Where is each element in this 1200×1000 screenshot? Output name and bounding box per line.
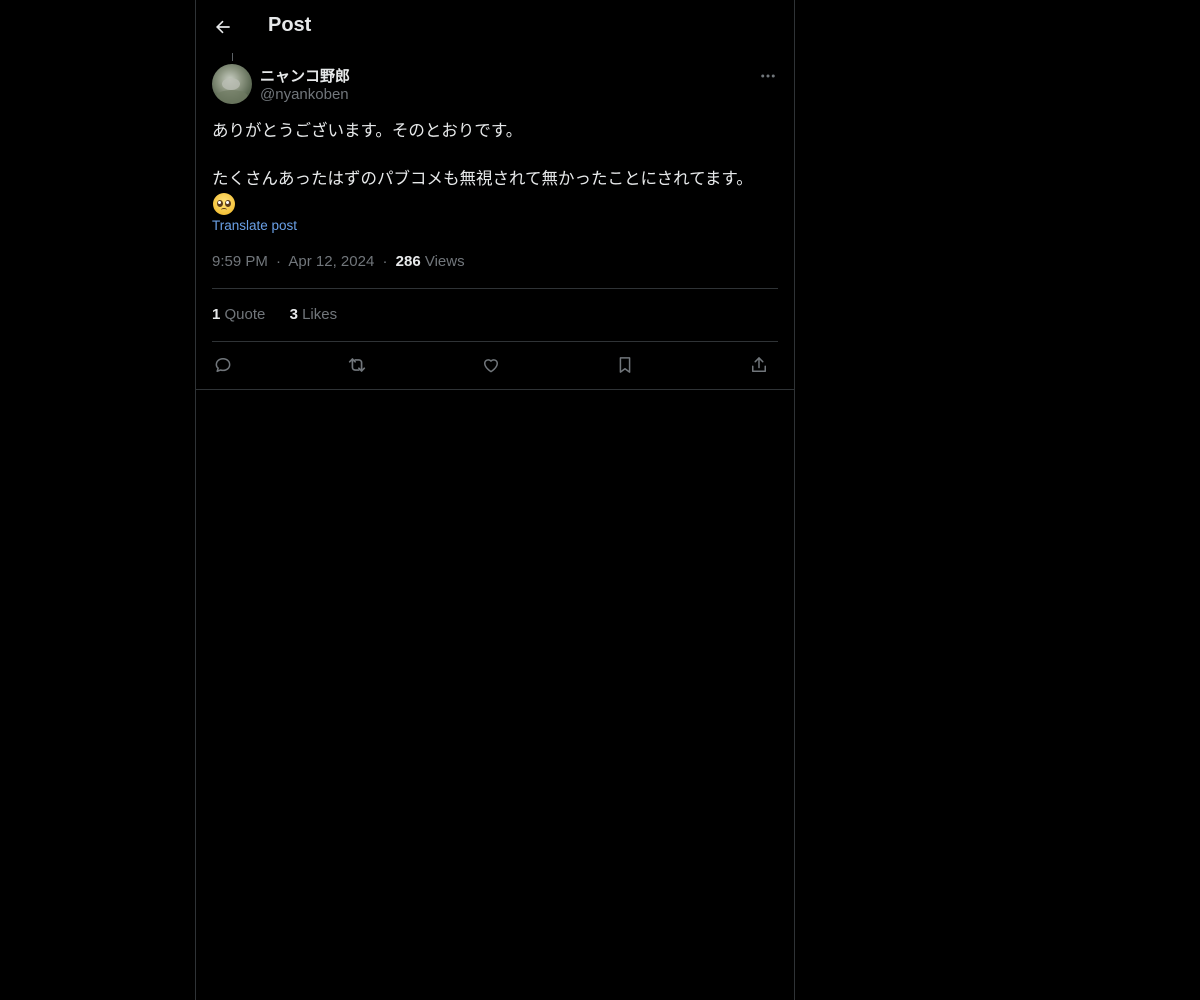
repost-button[interactable] [344,352,370,378]
post-time[interactable]: 9:59 PM [212,253,268,270]
page-header: Post [196,0,794,53]
author-handle[interactable]: @nyankoben [260,86,349,103]
back-button[interactable] [208,12,238,42]
more-icon [761,74,775,78]
repost-icon [348,358,366,372]
more-options-button[interactable] [756,64,780,88]
likes-stat[interactable]: 3 Likes [290,306,338,323]
post-column: Post ニャンコ野郎 @nyankoben ありがとうございます。そのとおりで… [195,0,795,1000]
reply-icon [215,358,231,372]
avatar[interactable] [212,64,252,104]
pleading-face-icon [213,193,235,215]
meta-separator: · [382,253,388,270]
action-bar [212,352,778,378]
views-label: Views [424,253,465,270]
bookmark-button[interactable] [612,352,638,378]
bookmark-icon [619,357,631,373]
like-icon [484,359,498,373]
likes-label: Likes [302,306,338,323]
quotes-label: Quote [224,306,266,323]
arrow-left-icon [216,20,230,34]
page-title: Post [268,14,312,36]
reply-button[interactable] [210,352,236,378]
share-icon [752,357,766,372]
meta-separator: · [276,253,282,270]
likes-count: 3 [289,306,298,323]
post-bottom-border [196,389,794,390]
divider [212,288,778,289]
translate-post-link[interactable]: Translate post [212,218,297,233]
engagement-stats: 1 Quote 3 Likes [212,306,357,323]
post-text: ありがとうございます。そのとおりです。 たくさんあったはずのパブコメも無視されて… [212,122,753,188]
thread-connector [232,53,233,61]
quotes-stat[interactable]: 1 Quote [212,306,270,323]
author-name[interactable]: ニャンコ野郎 [260,65,350,86]
share-button[interactable] [746,352,772,378]
like-button[interactable] [478,352,504,378]
quotes-count: 1 [212,306,221,323]
post-date[interactable]: Apr 12, 2024 [288,253,374,270]
divider [212,341,778,342]
post-meta: 9:59 PM · Apr 12, 2024 · 286 Views [212,253,465,270]
views-count: 286 [395,253,421,270]
